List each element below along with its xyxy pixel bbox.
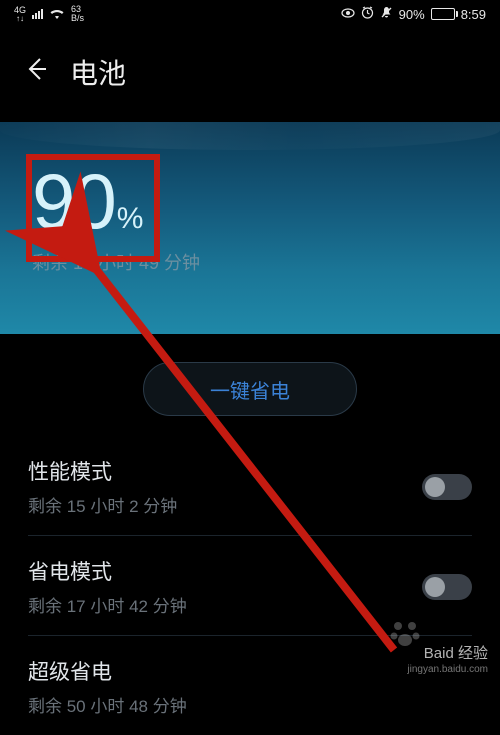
wifi-icon — [49, 6, 65, 22]
network-indicator: 4G ↑↓ — [14, 6, 26, 23]
setting-subtitle: 剩余 15 小时 2 分钟 — [28, 492, 177, 517]
setting-subtitle: 剩余 50 小时 48 分钟 — [28, 692, 187, 717]
setting-title: 性能模式 — [28, 456, 177, 486]
status-bar-right: 90% 8:59 — [341, 6, 486, 22]
percent-value: 90 — [32, 156, 115, 247]
battery-icon — [431, 8, 455, 20]
signal-bars-icon — [32, 9, 43, 19]
power-mode-list: 性能模式 剩余 15 小时 2 分钟 省电模式 剩余 17 小时 42 分钟 超… — [0, 436, 500, 735]
status-bar: 4G ↑↓ 63 B/s 90% 8:59 — [0, 0, 500, 28]
data-speed: 63 B/s — [71, 5, 84, 23]
battery-hero[interactable]: 90 % 剩余 15 小时 49 分钟 — [0, 122, 500, 334]
watermark-url: jingyan.baidu.com — [407, 663, 488, 676]
remaining-time: 剩余 15 小时 49 分钟 — [32, 249, 468, 275]
watermark: Baid 经验 jingyan.baidu.com — [407, 644, 488, 677]
setting-title: 超级省电 — [28, 656, 187, 686]
eye-comfort-icon — [341, 7, 355, 21]
page-title: 电池 — [70, 52, 126, 92]
battery-percent-text: 90% — [399, 7, 425, 22]
back-button[interactable] — [22, 56, 48, 89]
alarm-icon — [361, 6, 374, 22]
power-save-mode-toggle[interactable] — [422, 574, 472, 600]
percent-symbol: % — [117, 202, 144, 236]
status-bar-left: 4G ↑↓ 63 B/s — [14, 5, 84, 23]
watermark-brand: Baid 经验 — [407, 644, 488, 664]
clock-time: 8:59 — [461, 7, 486, 22]
mute-icon — [380, 6, 393, 22]
page-header: 电池 — [0, 28, 500, 122]
battery-percent-display: 90 % — [32, 156, 468, 247]
performance-mode-row[interactable]: 性能模式 剩余 15 小时 2 分钟 — [28, 436, 472, 536]
performance-mode-toggle[interactable] — [422, 474, 472, 500]
one-key-power-save-button[interactable]: 一键省电 — [143, 362, 357, 416]
setting-subtitle: 剩余 17 小时 42 分钟 — [28, 592, 187, 617]
setting-title: 省电模式 — [28, 556, 187, 586]
